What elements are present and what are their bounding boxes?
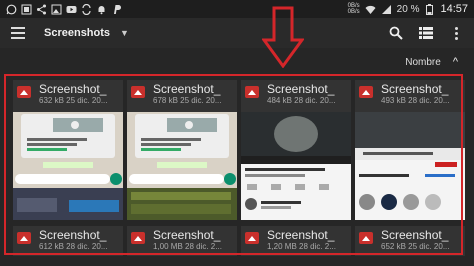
file-info: 1,20 MB 28 dic. 2... <box>267 242 336 251</box>
file-thumbnail <box>127 112 237 220</box>
image-file-icon <box>359 232 373 244</box>
sort-bar[interactable]: Nombre ^ <box>405 56 474 68</box>
chevron-down-icon[interactable]: ▼ <box>120 28 129 38</box>
notification-icon <box>96 4 107 15</box>
file-name: Screenshot_ <box>39 82 107 96</box>
status-bar: 0B/s 0B/s 20 % 14:57 <box>0 0 474 18</box>
file-name: Screenshot_ <box>267 82 335 96</box>
gallery-icon <box>51 4 62 15</box>
file-info: 612 kB 28 dic. 20... <box>39 242 108 251</box>
file-name: Screenshot_ <box>381 82 449 96</box>
file-name: Screenshot_ <box>153 82 221 96</box>
file-card[interactable]: Screenshot_ 612 kB 28 dic. 20... <box>13 226 123 256</box>
file-name: Screenshot_ <box>267 228 335 242</box>
file-info: 678 kB 25 dic. 20... <box>153 96 222 105</box>
file-card[interactable]: Screenshot_ 484 kB 28 dic. 20... <box>241 80 351 220</box>
image-file-icon <box>17 232 31 244</box>
battery-level: 20 % <box>396 3 420 15</box>
app-bar: Screenshots ▼ <box>0 18 474 48</box>
notification-icons <box>0 3 122 15</box>
sync-icon <box>81 3 92 15</box>
search-icon[interactable] <box>388 25 404 41</box>
share-icon <box>36 4 47 15</box>
folder-title[interactable]: Screenshots <box>44 27 110 39</box>
file-card[interactable]: Screenshot_ 1,00 MB 28 dic. 2... <box>127 226 237 256</box>
file-card[interactable]: Screenshot_ 678 kB 25 dic. 20... <box>127 80 237 220</box>
file-name: Screenshot_ <box>381 228 449 242</box>
file-name: Screenshot_ <box>39 228 107 242</box>
image-file-icon <box>359 86 373 98</box>
file-name: Screenshot_ <box>153 228 221 242</box>
file-grid: Screenshot_ 632 kB 25 dic. 20... Screens… <box>7 80 467 264</box>
whatsapp-icon <box>6 4 17 15</box>
image-file-icon <box>245 232 259 244</box>
wifi-icon <box>365 4 376 15</box>
file-info: 484 kB 28 dic. 20... <box>267 96 336 105</box>
down-arrow-annotation <box>262 6 304 68</box>
file-info: 493 kB 28 dic. 20... <box>381 96 450 105</box>
sort-ascending-icon[interactable]: ^ <box>453 56 458 68</box>
battery-icon <box>424 3 435 15</box>
file-info: 1,00 MB 28 dic. 2... <box>153 242 222 251</box>
file-browser: Nombre ^ Screenshot_ 632 kB 25 dic. 20... <box>0 48 474 266</box>
network-speed: 0B/s 0B/s <box>348 3 360 15</box>
file-thumbnail <box>13 112 123 220</box>
image-file-icon <box>245 86 259 98</box>
file-thumbnail <box>241 112 351 220</box>
image-file-icon <box>131 86 145 98</box>
image-file-icon <box>17 86 31 98</box>
sort-label[interactable]: Nombre <box>405 57 441 68</box>
signal-icon <box>381 4 392 15</box>
paypal-icon <box>111 4 122 15</box>
clock: 14:57 <box>440 3 468 15</box>
screenshot-icon <box>21 4 32 15</box>
file-info: 632 kB 25 dic. 20... <box>39 96 108 105</box>
file-card[interactable]: Screenshot_ 652 kB 25 dic. 20... <box>355 226 465 256</box>
file-info: 652 kB 25 dic. 20... <box>381 242 450 251</box>
image-file-icon <box>131 232 145 244</box>
more-icon[interactable] <box>448 25 464 41</box>
youtube-icon <box>66 4 77 15</box>
file-thumbnail <box>355 112 465 220</box>
file-card[interactable]: Screenshot_ 1,20 MB 28 dic. 2... <box>241 226 351 256</box>
file-card[interactable]: Screenshot_ 632 kB 25 dic. 20... <box>13 80 123 220</box>
list-view-icon[interactable] <box>418 25 434 41</box>
network-speed-down: 0B/s <box>347 9 360 15</box>
file-card[interactable]: Screenshot_ 493 kB 28 dic. 20... <box>355 80 465 220</box>
menu-icon[interactable] <box>8 23 28 43</box>
